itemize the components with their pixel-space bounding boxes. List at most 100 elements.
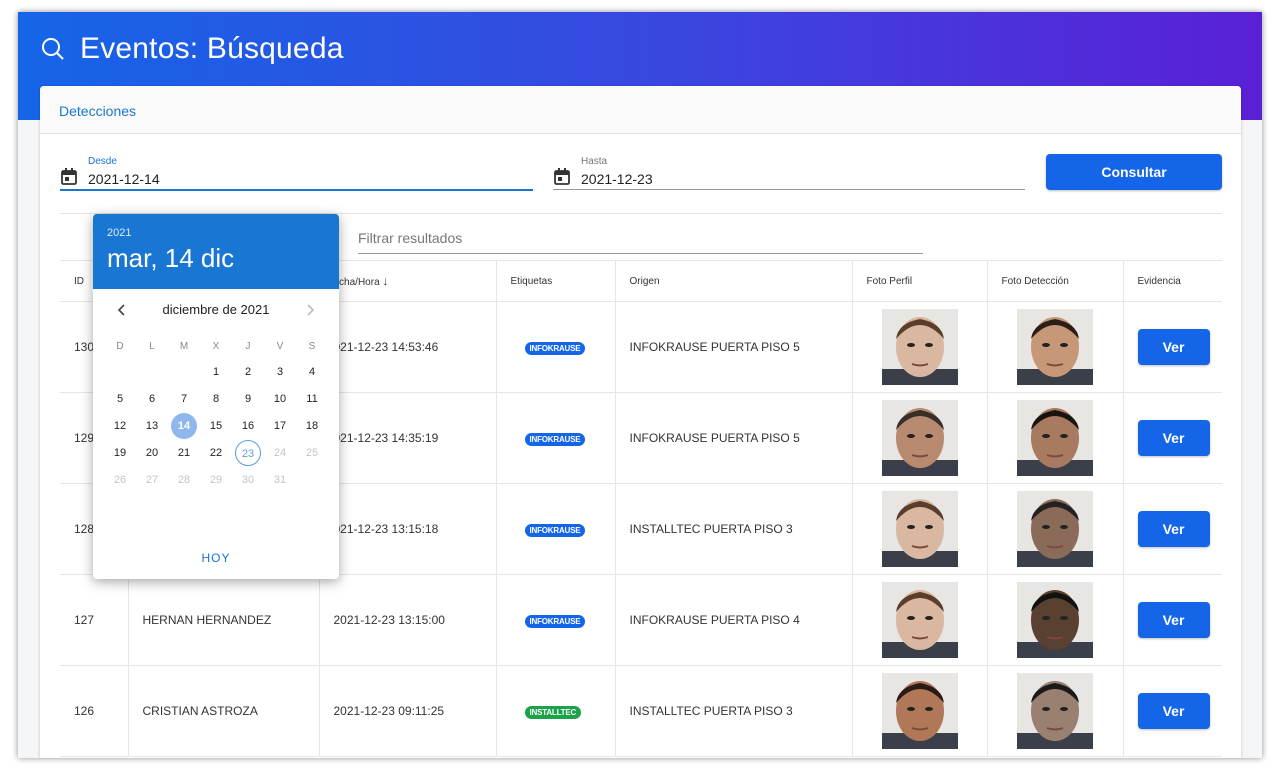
- ver-button[interactable]: Ver: [1137, 420, 1210, 456]
- cell-origen: INFOKRAUSE PUERTA PISO 4: [615, 574, 853, 666]
- date-picker-year[interactable]: 2021: [107, 227, 339, 239]
- ver-button[interactable]: Ver: [1137, 329, 1210, 365]
- tab-detecciones[interactable]: Detecciones: [40, 86, 1241, 134]
- col-header-foto-deteccion[interactable]: Foto Detección: [987, 260, 1124, 302]
- desde-label: Desde: [88, 156, 117, 167]
- col-header-etiquetas[interactable]: Etiquetas: [496, 260, 616, 302]
- chevron-right-icon[interactable]: [303, 303, 317, 317]
- cell-origen: INFOKRAUSE PUERTA PISO 5: [615, 301, 853, 393]
- search-icon: [42, 38, 64, 60]
- calendar-day[interactable]: 3: [267, 359, 293, 385]
- profile-photo: [881, 673, 958, 749]
- cell-foto-perfil: [852, 392, 988, 484]
- filter-input[interactable]: Filtrar resultados: [358, 230, 923, 254]
- calendar-day[interactable]: 20: [139, 440, 165, 466]
- tag-badge: INFOKRAUSE: [524, 523, 586, 537]
- desde-field[interactable]: Desde 2021-12-14: [60, 156, 533, 196]
- consultar-button[interactable]: Consultar: [1046, 154, 1222, 190]
- ver-button[interactable]: Ver: [1137, 693, 1210, 729]
- col-header-foto-perfil[interactable]: Foto Perfil: [852, 260, 988, 302]
- ver-button[interactable]: Ver: [1137, 511, 1210, 547]
- calendar-icon[interactable]: [61, 168, 77, 185]
- col-header-evidencia[interactable]: Evidencia: [1123, 260, 1222, 302]
- cell-fecha: 2021-12-23 13:15:00: [319, 574, 497, 666]
- calendar-day[interactable]: 13: [139, 413, 165, 439]
- detection-photo: [1016, 309, 1093, 385]
- calendar-icon[interactable]: [554, 168, 570, 185]
- cell-evidencia: Ver: [1123, 392, 1222, 484]
- calendar-day[interactable]: 15: [203, 413, 229, 439]
- cell-etiquetas: INFOKRAUSE: [496, 574, 616, 666]
- weekday-label: X: [212, 341, 220, 352]
- weekday-label: J: [245, 341, 251, 352]
- detection-photo: [1016, 673, 1093, 749]
- cell-foto-perfil: [852, 483, 988, 575]
- desde-underline: [60, 189, 533, 191]
- calendar-day[interactable]: 19: [107, 440, 133, 466]
- calendar-day[interactable]: 1: [203, 359, 229, 385]
- cell-evidencia: Ver: [1123, 665, 1222, 757]
- cell-evidencia: Ver: [1123, 574, 1222, 666]
- calendar-day: 28: [177, 474, 191, 486]
- calendar-day[interactable]: 22: [203, 440, 229, 466]
- cell-id: 127: [60, 574, 129, 666]
- calendar-day[interactable]: 8: [203, 386, 229, 412]
- calendar-day[interactable]: 21: [171, 440, 197, 466]
- calendar-day[interactable]: 7: [171, 386, 197, 412]
- cell-etiquetas: INSTALLTEC: [496, 665, 616, 757]
- col-header-fecha[interactable]: echa/Hora ↓: [319, 260, 497, 302]
- cell-nombre: CRISTIAN ASTROZA: [128, 665, 320, 757]
- calendar-day[interactable]: 11: [299, 386, 325, 412]
- col-header-origen[interactable]: Origen: [615, 260, 853, 302]
- calendar-day[interactable]: 2: [235, 359, 261, 385]
- calendar-day: 26: [113, 474, 127, 486]
- calendar-day: 29: [209, 474, 223, 486]
- hasta-value[interactable]: 2021-12-23: [581, 171, 653, 187]
- cell-etiquetas: INFOKRAUSE: [496, 392, 616, 484]
- calendar-day[interactable]: 23: [235, 440, 261, 466]
- cell-origen: INSTALLTEC PUERTA PISO 3: [615, 665, 853, 757]
- calendar-day[interactable]: 18: [299, 413, 325, 439]
- tag-badge: INFOKRAUSE: [524, 341, 586, 355]
- calendar-day[interactable]: 14: [171, 413, 197, 439]
- calendar-day[interactable]: 9: [235, 386, 261, 412]
- hasta-label: Hasta: [581, 156, 608, 167]
- cell-id: 126: [60, 665, 129, 757]
- cell-origen: INSTALLTEC PUERTA PISO 3: [615, 483, 853, 575]
- cell-foto-deteccion: [987, 392, 1124, 484]
- date-picker-popup: 2021 mar, 14 dic diciembre de 2021 DLMXJ…: [93, 214, 339, 579]
- weekday-label: S: [308, 341, 316, 352]
- calendar-day[interactable]: 17: [267, 413, 293, 439]
- cell-foto-deteccion: [987, 665, 1124, 757]
- calendar-day[interactable]: 5: [107, 386, 133, 412]
- cell-foto-perfil: [852, 574, 988, 666]
- calendar-day: 30: [241, 474, 255, 486]
- cell-foto-deteccion: [987, 574, 1124, 666]
- desde-value[interactable]: 2021-12-14: [88, 171, 160, 187]
- weekday-label: M: [179, 341, 189, 352]
- calendar-day: 24: [273, 447, 287, 459]
- cell-evidencia: Ver: [1123, 301, 1222, 393]
- detection-photo: [1016, 582, 1093, 658]
- calendar-day: 25: [305, 447, 319, 459]
- cell-fecha: 2021-12-23 09:11:25: [319, 665, 497, 757]
- today-button[interactable]: HOY: [93, 551, 339, 565]
- calendar-day[interactable]: 4: [299, 359, 325, 385]
- calendar-day[interactable]: 16: [235, 413, 261, 439]
- cell-evidencia: Ver: [1123, 483, 1222, 575]
- tag-badge: INSTALLTEC: [524, 705, 582, 719]
- calendar-day: 31: [273, 474, 287, 486]
- detection-photo: [1016, 400, 1093, 476]
- weekday-label: V: [276, 341, 284, 352]
- tag-badge: INFOKRAUSE: [524, 614, 586, 628]
- calendar-day[interactable]: 10: [267, 386, 293, 412]
- calendar-day: 27: [145, 474, 159, 486]
- cell-nombre: HERNAN HERNANDEZ: [128, 574, 320, 666]
- ver-button[interactable]: Ver: [1137, 602, 1210, 638]
- calendar-day[interactable]: 6: [139, 386, 165, 412]
- calendar-day[interactable]: 12: [107, 413, 133, 439]
- cell-foto-perfil: [852, 301, 988, 393]
- page-title: Eventos: Búsqueda: [80, 32, 344, 65]
- cell-origen: INFOKRAUSE PUERTA PISO 5: [615, 392, 853, 484]
- hasta-field[interactable]: Hasta 2021-12-23: [553, 156, 1025, 196]
